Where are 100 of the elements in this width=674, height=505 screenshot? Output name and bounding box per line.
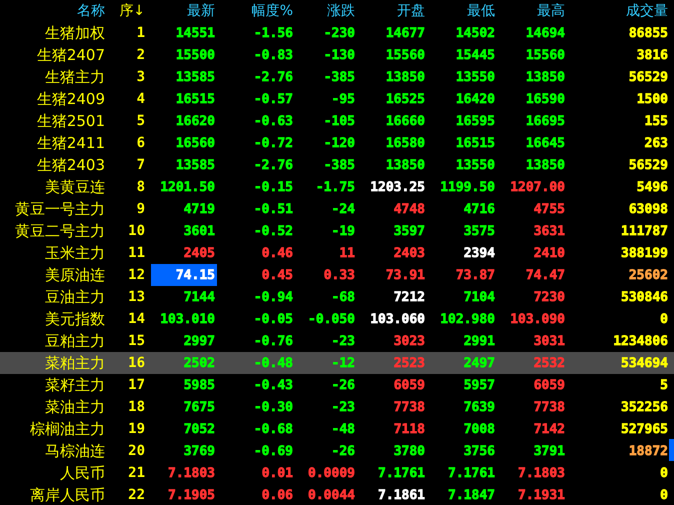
table-cell: 0 — [660, 313, 668, 325]
table-cell: 534694 — [621, 357, 668, 369]
column-header[interactable]: 开盘 — [397, 2, 427, 20]
table-cell: -0.76 — [254, 335, 293, 347]
table-cell: -0.69 — [254, 445, 293, 457]
row-number: 16 — [128, 355, 146, 371]
table-cell: 3597 — [394, 225, 425, 237]
table-cell: 2532 — [534, 357, 565, 369]
table-cell: 3756 — [464, 445, 495, 457]
table-cell: 13585 — [176, 71, 215, 83]
instrument-name: 菜油主力 — [45, 398, 106, 416]
table-cell: -120 — [324, 137, 355, 149]
table-cell: 4716 — [464, 203, 495, 215]
table-cell: -68 — [332, 291, 355, 303]
table-cell: 16515 — [456, 137, 495, 149]
table-cell: -23 — [332, 335, 355, 347]
table-cell: 6059 — [394, 379, 425, 391]
scroll-marker — [669, 439, 674, 461]
table-cell: -0.63 — [254, 115, 293, 127]
instrument-name: 玉米主力 — [45, 244, 106, 262]
column-header[interactable]: 涨跌 — [327, 2, 357, 20]
table-cell: 6059 — [534, 379, 565, 391]
table-cell: 13850 — [526, 159, 565, 171]
table-cell: 0.46 — [262, 247, 293, 259]
table-cell: 18872 — [628, 445, 668, 457]
table-cell: 263 — [644, 137, 668, 149]
table-cell: 14551 — [176, 27, 215, 39]
row-number: 17 — [128, 377, 146, 393]
row-number: 4 — [136, 91, 146, 107]
table-cell: 63098 — [628, 203, 668, 215]
table-cell: 7212 — [394, 291, 425, 303]
table-cell: 13585 — [176, 159, 215, 171]
table-cell: 7.1761 — [448, 467, 495, 479]
table-cell: -12 — [332, 357, 355, 369]
column-header[interactable]: 序↓ — [119, 2, 147, 20]
instrument-name: 生猪2409 — [36, 90, 106, 108]
selected-row[interactable]: 菜粕主力 16 2502 -0.48 -12 2523 2497 2532 534694 — [0, 352, 674, 374]
instrument-name: 美原油连 — [45, 266, 106, 284]
table-cell: 2410 — [534, 247, 565, 259]
table-cell: 13850 — [526, 71, 565, 83]
table-cell: 2394 — [464, 247, 495, 259]
instrument-name: 美元指数 — [45, 310, 106, 328]
table-cell: 0.45 — [262, 269, 293, 281]
row-number: 8 — [136, 179, 146, 195]
table-cell: 2497 — [464, 357, 495, 369]
table-cell: 7.1847 — [448, 489, 495, 501]
instrument-name: 豆油主力 — [45, 288, 106, 306]
table-cell: 352256 — [621, 401, 668, 413]
row-number: 2 — [136, 47, 146, 63]
table-cell: 16420 — [456, 93, 495, 105]
table-cell: 0.0009 — [308, 467, 355, 479]
instrument-name: 棕榈油主力 — [30, 420, 106, 438]
column-header[interactable]: 名称 — [77, 2, 107, 20]
table-cell: 16560 — [176, 137, 215, 149]
table-cell: 3816 — [636, 49, 668, 61]
instrument-name: 黄豆二号主力 — [15, 222, 106, 240]
row-number: 18 — [128, 399, 146, 415]
table-cell: 103.060 — [370, 313, 425, 325]
table-cell: 25602 — [628, 269, 668, 281]
table-cell: 16660 — [386, 115, 425, 127]
table-cell: 7.1931 — [518, 489, 565, 501]
instrument-name: 美黄豆连 — [45, 178, 106, 196]
table-cell: 5957 — [464, 379, 495, 391]
table-cell: -0.050 — [308, 313, 355, 325]
column-header[interactable]: 最新 — [187, 2, 217, 20]
column-header[interactable]: 最高 — [537, 2, 567, 20]
table-cell: 0 — [660, 489, 668, 501]
table-cell: 74.15 — [176, 269, 215, 281]
table-cell: 16525 — [386, 93, 425, 105]
instrument-name: 生猪2501 — [36, 112, 106, 130]
table-cell: 2523 — [394, 357, 425, 369]
column-header[interactable]: 成交量 — [626, 2, 670, 20]
row-number: 14 — [128, 311, 146, 327]
table-cell: 7230 — [534, 291, 565, 303]
table-cell: -2.76 — [254, 159, 293, 171]
column-header[interactable]: 最低 — [467, 2, 497, 20]
row-number: 9 — [136, 201, 146, 217]
table-cell: 13550 — [456, 71, 495, 83]
table-cell: 2403 — [394, 247, 425, 259]
column-header[interactable]: 幅度% — [252, 2, 295, 20]
table-cell: 3575 — [464, 225, 495, 237]
instrument-name: 豆粕主力 — [45, 332, 106, 350]
table-cell: 14694 — [526, 27, 565, 39]
table-cell: 7008 — [464, 423, 495, 435]
table-cell: 7738 — [394, 401, 425, 413]
table-cell: -1.56 — [254, 27, 293, 39]
table-cell: 7118 — [394, 423, 425, 435]
row-number: 1 — [136, 25, 146, 41]
table-cell: 102.980 — [440, 313, 495, 325]
table-cell: 11 — [339, 247, 355, 259]
table-cell: 5496 — [636, 181, 668, 193]
instrument-name: 生猪2411 — [36, 134, 106, 152]
table-cell: 1234806 — [613, 335, 668, 347]
table-cell: 2991 — [464, 335, 495, 347]
row-number: 7 — [136, 157, 146, 173]
instrument-name: 马棕油连 — [45, 442, 106, 460]
table-cell: 15560 — [386, 49, 425, 61]
table-cell: 3031 — [534, 335, 565, 347]
table-cell: 1207.00 — [510, 181, 565, 193]
row-number: 21 — [128, 465, 146, 481]
